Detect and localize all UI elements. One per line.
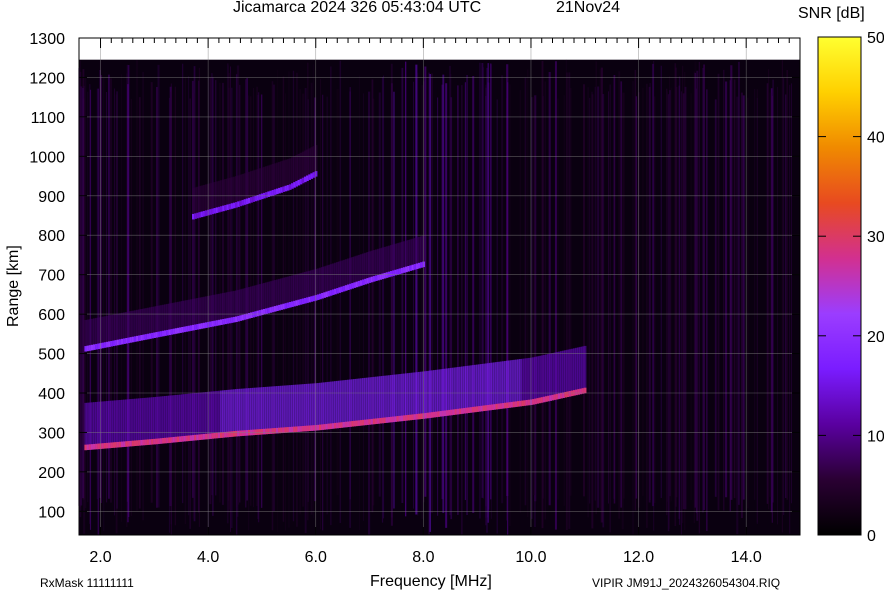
y-tick-label: 500 xyxy=(38,347,65,364)
y-tick-label: 1000 xyxy=(29,149,65,166)
trace-echo xyxy=(583,387,587,394)
y-tick-label: 1100 xyxy=(31,110,66,127)
y-tick-label: 700 xyxy=(38,268,65,285)
y-tick-label: 1300 xyxy=(29,31,65,48)
x-tick-label: 10.0 xyxy=(515,549,546,566)
y-tick-label: 200 xyxy=(38,465,65,482)
colorbar-tick-label: 20 xyxy=(867,329,884,346)
y-tick-label: 1200 xyxy=(29,70,65,87)
colorbar: 0 10 20 30 40 50 xyxy=(817,30,884,545)
colorbar-tick-label: 50 xyxy=(867,30,884,47)
data-region xyxy=(79,59,800,535)
x-tick-label: 6.0 xyxy=(305,549,327,566)
colorbar-tick-label: 0 xyxy=(867,528,876,545)
x-tick-label: 4.0 xyxy=(197,549,219,566)
x-tick-label: 12.0 xyxy=(623,549,654,566)
trace-spread xyxy=(583,345,587,394)
ionogram-chart: 2.0 4.0 6.0 8.0 10.0 12.0 14.01002003004005006… xyxy=(29,30,884,566)
y-tick-label: 600 xyxy=(38,307,65,324)
y-tick-label: 900 xyxy=(38,189,65,206)
x-tick-label: 8.0 xyxy=(412,549,434,566)
y-tick-label: 300 xyxy=(38,425,65,442)
colorbar-tick-label: 40 xyxy=(867,130,884,147)
colorbar-scale xyxy=(817,36,862,536)
colorbar-tick-label: 30 xyxy=(867,229,884,246)
y-tick-label: 100 xyxy=(38,504,65,521)
y-tick-label: 400 xyxy=(38,386,65,403)
x-tick-label: 14.0 xyxy=(731,549,762,566)
x-tick-label: 2.0 xyxy=(89,549,111,566)
colorbar-tick-label: 10 xyxy=(867,428,884,445)
y-tick-label: 800 xyxy=(38,228,65,245)
plot-area xyxy=(78,38,800,535)
